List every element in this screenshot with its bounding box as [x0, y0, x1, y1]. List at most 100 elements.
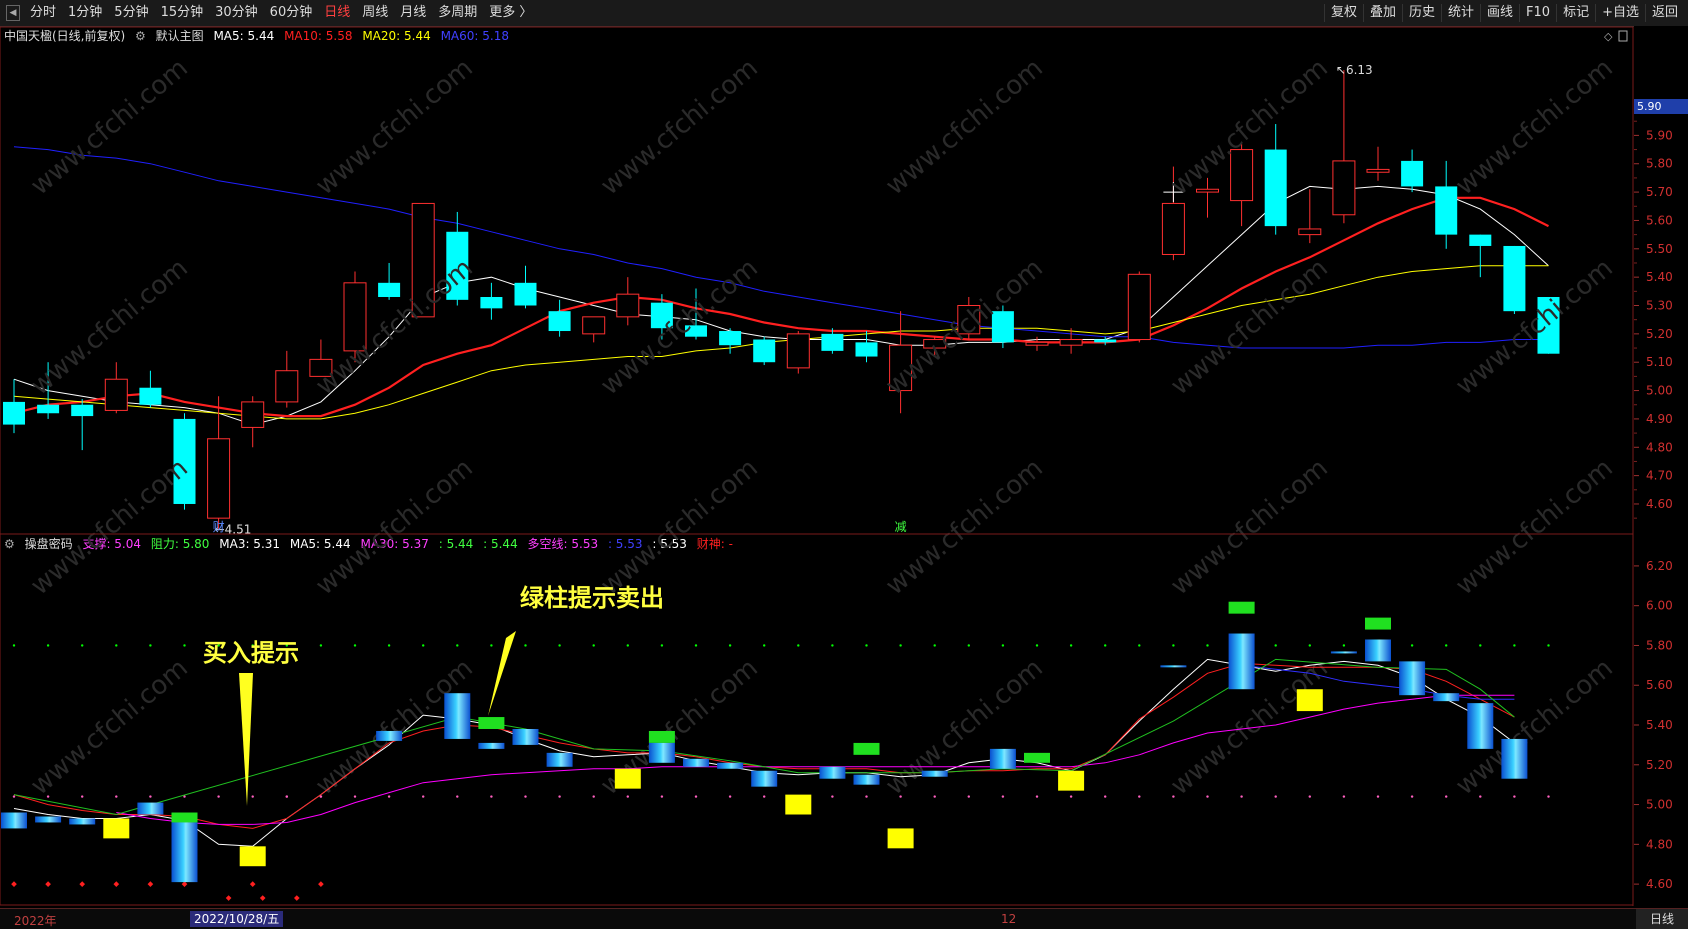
candle-body [855, 342, 878, 357]
indicator-tick-label: 5.80 [1646, 638, 1673, 652]
resistance-dot [1104, 644, 1107, 647]
toolbar-button-4[interactable]: 画线 [1480, 4, 1519, 22]
period-tab-9[interactable]: 多周期 [432, 4, 483, 22]
signal-diamond [113, 881, 120, 887]
toolbar-button-8[interactable]: 返回 [1644, 4, 1684, 22]
watermark: www.cfchi.com [25, 453, 194, 601]
candle-body [71, 404, 94, 417]
period-tab-6[interactable]: 日线 [318, 4, 356, 22]
watermark: www.cfchi.com [1450, 253, 1619, 401]
candle-body [378, 282, 401, 297]
resistance-dot [1445, 644, 1448, 647]
toolbar-button-3[interactable]: 统计 [1441, 4, 1480, 22]
indicator-bar [478, 742, 505, 749]
watermark: www.cfchi.com [880, 253, 1049, 401]
period-tab-2[interactable]: 5分钟 [108, 4, 154, 22]
indicator-bar [1, 812, 27, 829]
candle-body [1469, 234, 1492, 246]
indicator-bar [376, 730, 403, 741]
candle-body [1401, 160, 1424, 187]
indicator-line-ma30 [116, 694, 1515, 825]
indicator-bar [444, 693, 471, 739]
candle-body [1196, 188, 1219, 193]
indicator-bar [1365, 617, 1391, 630]
period-tab-1[interactable]: 1分钟 [62, 4, 108, 22]
candle-body [480, 297, 503, 309]
indicator-bar [546, 752, 573, 767]
ma-line-ma60 [13, 146, 1549, 349]
current-price-tag: 5.90 [1634, 99, 1688, 114]
signal-diamond [293, 895, 300, 901]
collapse-arrow-icon[interactable]: ◀ [6, 5, 20, 21]
candle-body [3, 401, 25, 425]
support-dot [694, 795, 698, 798]
resistance-dot [899, 644, 902, 647]
resistance-dot [728, 644, 732, 647]
toolbar-button-6[interactable]: 标记 [1556, 4, 1595, 22]
resistance-dot [46, 644, 50, 647]
period-tab-4[interactable]: 30分钟 [209, 4, 264, 22]
signal-diamond [259, 895, 266, 901]
watermark: www.cfchi.com [880, 53, 1049, 201]
buy-arrow-icon [239, 673, 253, 806]
candle-body [104, 378, 128, 411]
price-tick-label: 4.60 [1646, 497, 1673, 511]
period-tabs: ◀ 分时 1分钟 5分钟 15分钟 30分钟 60分钟 日线 周线 月线 多周期 更多 〉 [6, 4, 538, 22]
period-tab-3[interactable]: 15分钟 [155, 4, 210, 22]
support-dot [387, 795, 391, 798]
support-dot [967, 795, 970, 798]
watermark: www.cfchi.com [1450, 53, 1619, 201]
chart-canvas[interactable]: ←4.51↖6.13财 减www.cfchi.com www.cfchi.com ww… [0, 26, 1688, 906]
signal-diamond [79, 881, 86, 887]
indicator-bar [853, 774, 880, 785]
resistance-dot [12, 644, 16, 647]
candle-body [753, 339, 776, 363]
toolbar-button-7[interactable]: +自选 [1595, 4, 1645, 22]
resistance-dot [1206, 644, 1209, 647]
resistance-dot [524, 644, 527, 647]
resistance-dot [387, 644, 391, 647]
main-price-chart: ←4.51↖6.13财 减www.cfchi.com www.cfchi.com ww… [0, 26, 1634, 906]
candle-body [1094, 339, 1117, 343]
toolbar-button-2[interactable]: 历史 [1401, 4, 1441, 22]
indicator-bar [1501, 738, 1528, 779]
indicator-bar [239, 846, 266, 867]
indicator-bar [171, 812, 198, 823]
period-tab-5[interactable]: 60分钟 [264, 4, 319, 22]
support-dot [1001, 795, 1005, 798]
period-tab-10[interactable]: 更多 〉 [483, 4, 538, 22]
resistance-dot [81, 644, 84, 647]
support-dot [660, 795, 664, 798]
signal-diamond [11, 881, 17, 887]
toolbar-button-5[interactable]: F10 [1519, 4, 1556, 22]
sell-arrow-icon [488, 631, 516, 716]
candle-body [1264, 149, 1287, 227]
resistance-dot [1001, 644, 1005, 647]
indicator-bar [478, 717, 505, 729]
support-dot [865, 795, 868, 798]
indicator-bar [1228, 633, 1255, 690]
toolbar-button-0[interactable]: 复权 [1323, 4, 1363, 22]
indicator-bar [785, 794, 812, 815]
selected-date[interactable]: 2022/10/28/五 [190, 911, 284, 927]
indicator-bar [1433, 693, 1460, 702]
indicator-bar [614, 768, 641, 789]
support-dot [728, 795, 732, 798]
price-axis: ◇ 4.60 4.70 4.80 4.90 5.00 5.10 5.20 5.30 5.40 5.5… [1604, 26, 1688, 906]
indicator-bar [989, 748, 1016, 769]
support-dot [1206, 795, 1209, 798]
signal-diamond [225, 895, 232, 901]
resistance-dot [865, 644, 868, 647]
period-tab-8[interactable]: 月线 [394, 4, 432, 22]
period-tab-7[interactable]: 周线 [356, 4, 394, 22]
period-indicator[interactable]: 日线 [1636, 909, 1688, 929]
period-tab-0[interactable]: 分时 [24, 4, 62, 22]
indicator-tick-label: 5.20 [1646, 758, 1673, 772]
resistance-dot [1035, 644, 1039, 647]
cai-marker: 财 [213, 520, 225, 534]
candle-body [1127, 273, 1151, 341]
sell-annotation: 绿柱提示卖出 [520, 584, 664, 612]
support-dot [1069, 795, 1073, 798]
toolbar-button-1[interactable]: 叠加 [1362, 4, 1402, 22]
price-tick-label: 4.80 [1646, 440, 1673, 454]
